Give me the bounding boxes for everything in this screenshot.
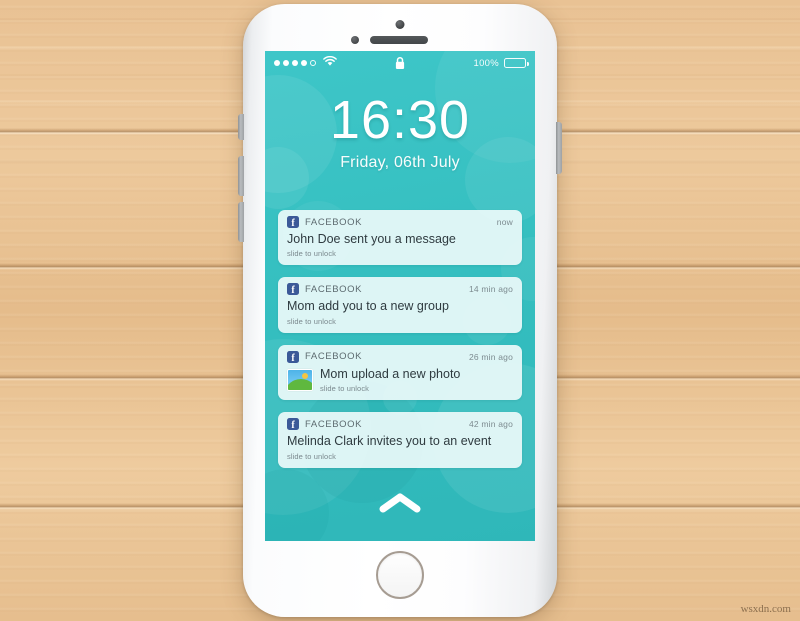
notification-texts: John Doe sent you a message slide to unl… [287,232,456,258]
wifi-icon [323,54,337,72]
phone-screen[interactable]: 100% 16:30 Friday, 06th July f FACEBOOK [265,51,535,541]
volume-down-button[interactable] [238,202,244,242]
watermark: wsxdn.com [740,603,791,615]
front-camera-icon [395,20,405,29]
facebook-icon: f [287,216,299,229]
facebook-icon: f [287,350,299,363]
notification-timestamp: 42 min ago [468,419,513,430]
power-button[interactable] [556,122,562,174]
notification-app-name: FACEBOOK [305,216,363,228]
status-right-group: 100% [473,57,529,69]
scene-wood-background: 100% 16:30 Friday, 06th July f FACEBOOK [0,0,800,621]
notification-title: Mom add you to a new group [287,299,449,314]
notification-header: f FACEBOOK 14 min ago [287,283,513,296]
notification-app-name: FACEBOOK [305,418,363,430]
photo-thumbnail-icon [287,368,313,391]
notification-card[interactable]: f FACEBOOK 14 min ago Mom add you to a n… [278,277,522,333]
hill-shape [288,378,312,390]
ringer-switch[interactable] [238,114,244,140]
notification-header: f FACEBOOK 26 min ago [287,350,513,363]
notification-card[interactable]: f FACEBOOK now John Doe sent you a messa… [278,210,522,266]
status-bar: 100% [265,51,535,75]
signal-dot [301,60,307,66]
notification-header: f FACEBOOK 42 min ago [287,418,513,431]
notification-card[interactable]: f FACEBOOK 26 min ago Mom upload a new p… [278,344,522,401]
earpiece-speaker [370,36,428,44]
notification-card[interactable]: f FACEBOOK 42 min ago Melinda Clark invi… [278,412,522,468]
notification-title: John Doe sent you a message [287,232,456,246]
home-button[interactable] [376,551,424,599]
battery-icon [504,58,529,68]
notification-body: Melinda Clark invites you to an event sl… [287,434,513,460]
notification-texts: Mom add you to a new group slide to unlo… [287,299,449,325]
facebook-icon: f [287,418,299,431]
volume-up-button[interactable] [238,156,244,196]
signal-dot [292,60,298,66]
notification-texts: Mom upload a new photo slide to unlock [320,367,460,393]
notification-header: f FACEBOOK now [287,216,513,229]
notification-body: Mom add you to a new group slide to unlo… [287,299,513,325]
notification-hint: slide to unlock [287,249,337,259]
signal-dot [274,60,280,66]
notification-hint: slide to unlock [287,316,337,326]
smartphone-device: 100% 16:30 Friday, 06th July f FACEBOOK [238,4,562,617]
notification-timestamp: now [496,217,513,227]
notification-list: f FACEBOOK now John Doe sent you a messa… [278,210,522,468]
notification-body: John Doe sent you a message slide to unl… [287,232,513,258]
notification-title: Mom upload a new photo [320,366,461,381]
signal-strength-icon [274,60,316,66]
signal-dot [283,60,289,66]
proximity-sensor-icon [351,36,359,44]
lock-icon [395,56,406,75]
sun-shape [302,372,308,379]
notification-app-name: FACEBOOK [305,283,363,295]
notification-hint: slide to unlock [320,384,370,394]
notification-body: Mom upload a new photo slide to unlock [287,367,513,393]
signal-dot-empty [310,60,316,66]
notification-texts: Melinda Clark invites you to an event sl… [287,434,491,460]
facebook-icon: f [287,283,299,296]
clock-date: Friday, 06th July [340,154,460,171]
notification-hint: slide to unlock [287,451,337,461]
chevron-up-icon[interactable] [379,492,421,519]
clock-time: 16:30 [329,90,471,150]
notification-title: Melinda Clark invites you to an event [287,434,492,449]
notification-app-name: FACEBOOK [305,351,363,363]
notification-timestamp: 14 min ago [468,284,513,295]
battery-percent-label: 100% [473,57,499,69]
notification-timestamp: 26 min ago [468,351,513,362]
lockscreen-clock: 16:30 Friday, 06th July [265,93,535,172]
